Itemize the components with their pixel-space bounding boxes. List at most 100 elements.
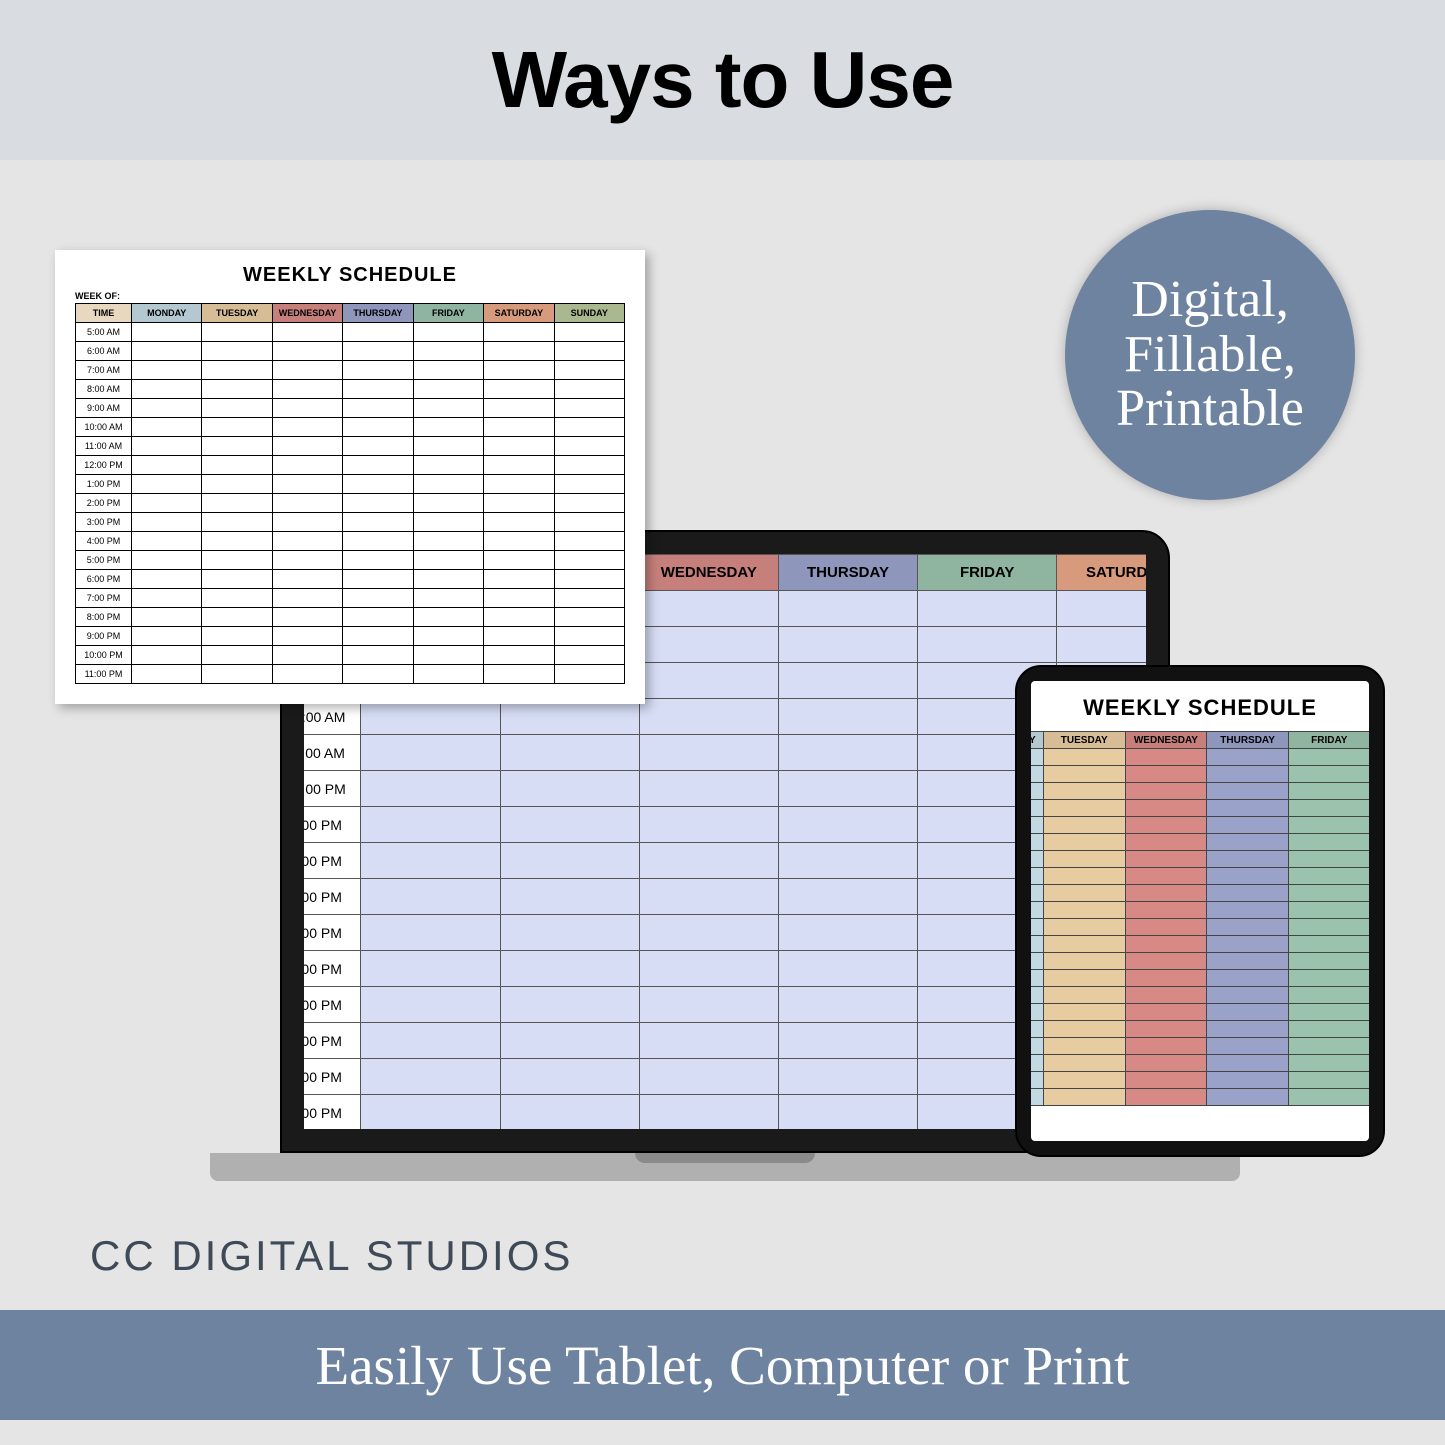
table-row — [1031, 1055, 1369, 1072]
time-cell: 5:00 PM — [76, 551, 132, 570]
table-row: 9:00 PM — [76, 627, 625, 646]
schedule-cell — [1288, 749, 1369, 766]
schedule-cell — [202, 608, 272, 627]
schedule-cell — [554, 494, 624, 513]
schedule-cell — [1207, 851, 1289, 868]
schedule-cell — [918, 627, 1057, 663]
schedule-cell — [778, 771, 917, 807]
schedule-cell — [361, 879, 500, 915]
schedule-cell — [1031, 1089, 1043, 1106]
schedule-cell — [1031, 970, 1043, 987]
schedule-cell — [1125, 970, 1207, 987]
schedule-cell — [1207, 1004, 1289, 1021]
col-day: FRIDAY — [1288, 732, 1369, 749]
schedule-cell — [778, 1059, 917, 1095]
schedule-cell — [413, 570, 483, 589]
schedule-cell — [639, 735, 778, 771]
table-row — [1031, 919, 1369, 936]
schedule-cell — [1288, 987, 1369, 1004]
schedule-cell — [413, 532, 483, 551]
schedule-cell — [1125, 749, 1207, 766]
schedule-cell — [1125, 868, 1207, 885]
schedule-cell — [1288, 1055, 1369, 1072]
schedule-cell — [1288, 1038, 1369, 1055]
schedule-cell — [639, 951, 778, 987]
schedule-cell — [1207, 936, 1289, 953]
brand-name: CC DIGITAL STUDIOS — [90, 1232, 573, 1280]
time-cell: 10:00 AM — [76, 418, 132, 437]
schedule-cell — [361, 1059, 500, 1095]
schedule-cell — [272, 323, 342, 342]
schedule-cell — [1043, 817, 1125, 834]
time-cell: 11:00 AM — [304, 735, 361, 771]
schedule-cell — [484, 437, 554, 456]
schedule-cell — [202, 570, 272, 589]
table-row — [1031, 953, 1369, 970]
schedule-cell — [554, 589, 624, 608]
schedule-cell — [1031, 800, 1043, 817]
schedule-cell — [1288, 851, 1369, 868]
col-day: SATURDAY — [1057, 555, 1146, 591]
schedule-cell — [272, 532, 342, 551]
schedule-cell — [413, 418, 483, 437]
schedule-cell — [1043, 1072, 1125, 1089]
table-row: 8:00 PM — [76, 608, 625, 627]
schedule-cell — [1043, 766, 1125, 783]
col-day: FRIDAY — [413, 304, 483, 323]
schedule-cell — [361, 1023, 500, 1059]
schedule-cell — [361, 807, 500, 843]
schedule-cell — [778, 1023, 917, 1059]
time-cell: 5:00 PM — [304, 951, 361, 987]
table-row — [1031, 1038, 1369, 1055]
schedule-cell — [272, 570, 342, 589]
table-row: 12:00 PM — [76, 456, 625, 475]
time-cell: 2:00 PM — [304, 843, 361, 879]
schedule-cell — [413, 475, 483, 494]
schedule-cell — [1031, 1055, 1043, 1072]
table-row: 6:00 AM — [76, 342, 625, 361]
time-cell: 7:00 PM — [304, 1023, 361, 1059]
schedule-cell — [1031, 987, 1043, 1004]
schedule-cell — [1288, 936, 1369, 953]
schedule-cell — [1031, 817, 1043, 834]
schedule-cell — [1207, 783, 1289, 800]
schedule-cell — [778, 915, 917, 951]
time-cell: 10:00 PM — [76, 646, 132, 665]
laptop-base — [210, 1153, 1240, 1181]
time-cell: 2:00 PM — [76, 494, 132, 513]
schedule-cell — [1031, 834, 1043, 851]
schedule-cell — [778, 627, 917, 663]
header-band: Ways to Use — [0, 0, 1445, 160]
schedule-cell — [1043, 1055, 1125, 1072]
table-row — [1031, 868, 1369, 885]
schedule-cell — [484, 323, 554, 342]
table-row: 5:00 PM — [76, 551, 625, 570]
schedule-cell — [202, 437, 272, 456]
schedule-cell — [132, 494, 202, 513]
schedule-cell — [202, 456, 272, 475]
schedule-cell — [132, 342, 202, 361]
schedule-cell — [639, 1023, 778, 1059]
schedule-cell — [639, 807, 778, 843]
schedule-cell — [413, 456, 483, 475]
schedule-cell — [639, 987, 778, 1023]
schedule-cell — [132, 646, 202, 665]
schedule-cell — [500, 1095, 639, 1130]
col-day: TUESDAY — [202, 304, 272, 323]
schedule-cell — [554, 323, 624, 342]
schedule-cell — [778, 1095, 917, 1130]
schedule-cell — [1207, 766, 1289, 783]
schedule-cell — [343, 646, 413, 665]
schedule-cell — [1043, 800, 1125, 817]
schedule-cell — [1288, 1072, 1369, 1089]
schedule-cell — [778, 699, 917, 735]
schedule-cell — [554, 342, 624, 361]
time-cell: 3:00 PM — [304, 879, 361, 915]
schedule-cell — [343, 665, 413, 684]
schedule-cell — [343, 456, 413, 475]
schedule-cell — [484, 418, 554, 437]
table-row: 1:00 PM — [76, 475, 625, 494]
schedule-cell — [1207, 1021, 1289, 1038]
schedule-cell — [778, 843, 917, 879]
schedule-cell — [361, 735, 500, 771]
